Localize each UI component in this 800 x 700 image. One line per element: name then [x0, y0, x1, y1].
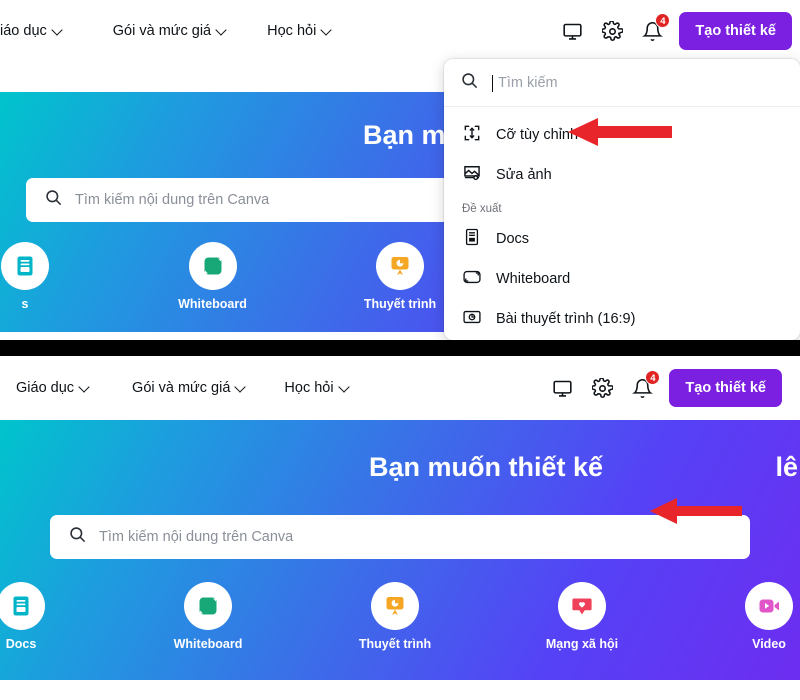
presentation-icon — [371, 582, 419, 630]
hero-title: Bạn muốn thiết kế — [368, 452, 604, 482]
gear-icon[interactable] — [599, 18, 625, 44]
bottom-category-list: Docs Whiteboard Thuyết trình Mạng xã hội… — [0, 582, 800, 651]
menu-item-label: Cỡ tùy chỉnh — [496, 127, 579, 143]
category-whiteboard[interactable]: Whiteboard — [158, 242, 268, 311]
suggestion-label: Whiteboard — [496, 271, 571, 287]
category-label: s — [21, 297, 29, 311]
category-label: Docs — [5, 637, 37, 651]
suggestion-whiteboard[interactable]: Whiteboard — [444, 259, 800, 299]
hero-search-placeholder: Tìm kiếm nội dung trên Canva — [75, 192, 270, 208]
menu-item-edit-image[interactable]: Sửa ảnh — [444, 155, 800, 195]
suggestion-presentation[interactable]: Bài thuyết trình (16:9) — [444, 299, 800, 339]
category-docs[interactable]: s — [0, 242, 80, 311]
nav-item-education[interactable]: Giáo dục — [16, 380, 90, 396]
text-caret — [492, 75, 493, 92]
category-video[interactable]: Video — [714, 582, 800, 651]
nav-item-pricing[interactable]: Gói và mức giá — [132, 380, 246, 396]
category-label: Whiteboard — [173, 637, 243, 651]
whiteboard-icon — [188, 242, 237, 290]
chevron-down-icon — [340, 383, 350, 393]
top-header-bar: iáo dục Gói và mức giá Học hỏi 4 Tạo thi… — [0, 0, 800, 62]
whiteboard-icon — [184, 582, 232, 630]
custom-size-icon — [462, 123, 482, 147]
nav-item-pricing[interactable]: Gói và mức giá — [113, 23, 227, 39]
panel-group-label: Đề xuất — [462, 203, 502, 215]
suggestion-label: Docs — [496, 231, 530, 247]
nav-item-label: Gói và mức giá — [112, 23, 212, 39]
chevron-down-icon — [80, 383, 90, 393]
video-icon — [745, 582, 793, 630]
nav-item-learn[interactable]: Học hỏi — [267, 23, 332, 39]
monitor-icon[interactable] — [559, 18, 585, 44]
top-header-actions: 4 Tạo thiết kế — [559, 12, 792, 50]
create-design-button[interactable]: Tạo thiết kế — [679, 12, 792, 50]
panel-search-field[interactable]: Tìm kiếm — [444, 59, 800, 107]
search-dropdown-panel: Tìm kiếm Cỡ tùy chỉnh Sửa ảnh Đề xuất Do… — [444, 59, 800, 340]
nav-item-learn[interactable]: Học hỏi — [284, 380, 349, 396]
nav-item-label: Gói và mức giá — [132, 380, 231, 396]
canva-screenshot-bottom: Giáo dục Gói và mức giá Học hỏi 4 Tạo th… — [0, 356, 800, 700]
gear-icon[interactable] — [589, 375, 615, 401]
chevron-down-icon — [53, 26, 63, 36]
bottom-main-nav: Giáo dục Gói và mức giá Học hỏi — [0, 380, 350, 396]
category-label: Thuyết trình — [363, 297, 437, 311]
category-label: Video — [752, 637, 786, 651]
notification-badge: 4 — [655, 13, 671, 28]
monitor-icon[interactable] — [549, 375, 575, 401]
hero-search-placeholder: Tìm kiếm nội dung trên Canva — [99, 529, 294, 545]
hero-search-input[interactable]: Tìm kiếm nội dung trên Canva — [50, 515, 750, 559]
presentation-outline-icon — [462, 307, 482, 331]
nav-item-education[interactable]: iáo dục — [0, 23, 63, 39]
nav-item-label: iáo dục — [0, 23, 47, 39]
chevron-down-icon — [217, 26, 227, 36]
top-main-nav: iáo dục Gói và mức giá Học hỏi — [0, 23, 332, 39]
category-social[interactable]: Mạng xã hội — [527, 582, 637, 651]
chevron-down-icon — [322, 26, 332, 36]
section-divider — [0, 340, 800, 356]
category-docs[interactable]: Docs — [0, 582, 76, 651]
arrow-pointing-unit-field — [650, 498, 742, 524]
search-icon — [460, 71, 479, 95]
category-presentation[interactable]: Thuyết trình — [340, 582, 450, 651]
category-whiteboard[interactable]: Whiteboard — [153, 582, 263, 651]
search-icon — [44, 188, 63, 212]
bottom-header-actions: 4 Tạo thiết kế — [549, 369, 782, 407]
bottom-header-bar: Giáo dục Gói và mức giá Học hỏi 4 Tạo th… — [0, 356, 800, 420]
doc-icon — [462, 227, 482, 251]
category-label: Thuyết trình — [358, 637, 432, 651]
bell-icon[interactable]: 4 — [629, 370, 661, 401]
social-heart-icon — [558, 582, 606, 630]
category-presentation[interactable]: Thuyết trình — [345, 242, 455, 311]
nav-item-label: Học hỏi — [267, 23, 317, 39]
nav-item-label: Giáo dục — [16, 380, 75, 396]
bottom-hero-banner: Bạn muốn thiết kế lê Tìm kiếm nội dung t… — [0, 420, 800, 680]
create-design-button[interactable]: Tạo thiết kế — [669, 369, 782, 407]
whiteboard-outline-icon — [462, 267, 482, 291]
edit-image-icon — [462, 163, 482, 187]
docs-icon — [1, 242, 49, 290]
nav-item-label: Học hỏi — [284, 380, 334, 396]
notification-badge: 4 — [645, 370, 661, 385]
presentation-icon — [376, 242, 424, 290]
suggestion-label: Bài thuyết trình (16:9) — [496, 311, 636, 327]
screenshot-root: iáo dục Gói và mức giá Học hỏi 4 Tạo thi… — [0, 0, 800, 700]
category-label: Mạng xã hội — [545, 637, 619, 651]
hero-title-clipped-tail: lê — [775, 452, 798, 482]
menu-item-label: Sửa ảnh — [496, 167, 552, 183]
canva-screenshot-top: iáo dục Gói và mức giá Học hỏi 4 Tạo thi… — [0, 0, 800, 340]
search-icon — [68, 525, 87, 549]
panel-search-placeholder: Tìm kiếm — [498, 74, 558, 91]
suggestion-docs[interactable]: Docs — [444, 219, 800, 259]
docs-icon — [0, 582, 45, 630]
arrow-pointing-custom-size — [568, 118, 672, 146]
chevron-down-icon — [236, 383, 246, 393]
category-label: Whiteboard — [178, 297, 247, 311]
bell-icon[interactable]: 4 — [639, 13, 671, 44]
